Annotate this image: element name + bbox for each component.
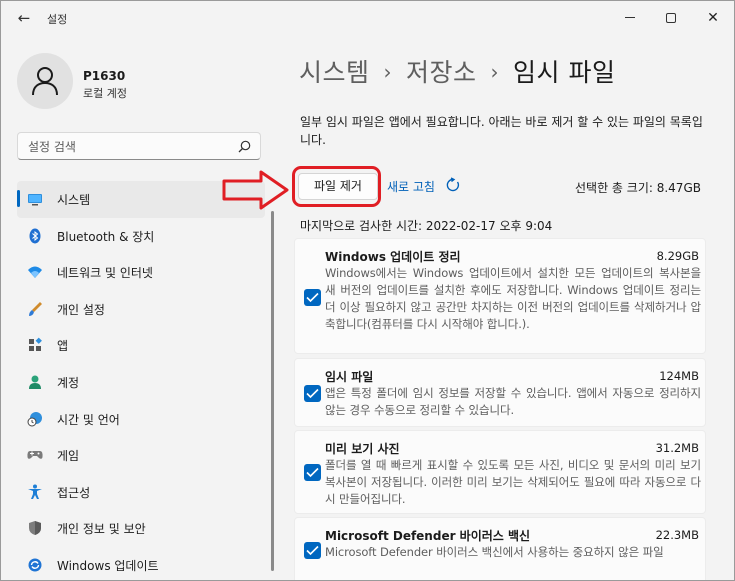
list-item: Windows 업데이트 정리 8.29GB Windows에서는 Window… [294, 238, 706, 354]
search-input[interactable] [28, 138, 228, 155]
back-button[interactable]: ← [13, 8, 35, 28]
chevron-right-icon: › [383, 60, 393, 84]
refresh-link[interactable]: 새로 고침 [387, 178, 435, 195]
item-size: 31.2MB [655, 441, 699, 455]
clock-globe-icon [27, 411, 42, 427]
sidebar-scrollbar[interactable] [271, 211, 274, 571]
minimize-button[interactable] [612, 6, 648, 30]
sidebar-item-label: 네트워크 및 인터넷 [57, 266, 153, 281]
sidebar-item-windows-update[interactable]: Windows 업데이트 [17, 547, 265, 580]
title-bar: ← 설정 ✕ [1, 1, 734, 35]
accessibility-icon [28, 484, 42, 499]
item-checkbox[interactable] [304, 385, 321, 402]
user-name: P1630 [83, 69, 126, 83]
monitor-icon [28, 194, 42, 206]
item-title: Microsoft Defender 바이러스 백신 [325, 529, 531, 543]
item-checkbox[interactable] [304, 542, 321, 559]
sidebar-item-label: 접근성 [57, 485, 91, 500]
item-checkbox[interactable] [304, 289, 321, 306]
sidebar-item-personalization[interactable]: 개인 설정 [17, 291, 265, 328]
checkmark-icon [306, 467, 319, 478]
list-item: Microsoft Defender 바이러스 백신 22.3MB Micros… [294, 517, 706, 580]
sidebar-item-accessibility[interactable]: 접근성 [17, 474, 265, 511]
account-icon [29, 375, 41, 389]
user-icon [32, 67, 58, 96]
sidebar-item-label: 계정 [57, 375, 80, 390]
item-size: 22.3MB [655, 528, 699, 542]
breadcrumb-system[interactable]: 시스템 [299, 58, 370, 87]
breadcrumb: 시스템 › 저장소 › 임시 파일 [299, 53, 615, 89]
sidebar-item-label: Windows 업데이트 [57, 558, 159, 573]
arrow-right-icon [222, 170, 289, 210]
list-item: 미리 보기 사진 31.2MB 폴더를 열 때 빠르게 표시할 수 있도록 모든… [294, 430, 706, 514]
checkmark-icon [306, 292, 319, 303]
item-size: 8.29GB [656, 249, 699, 263]
item-title: 임시 파일 [325, 370, 374, 384]
item-title: Windows 업데이트 정리 [325, 250, 461, 264]
sidebar-item-label: 시간 및 언어 [57, 412, 120, 427]
minimize-icon [625, 17, 635, 18]
item-description: Microsoft Defender 바이러스 백신에서 사용하는 중요하지 않… [325, 545, 664, 559]
sidebar-item-accounts[interactable]: 계정 [17, 364, 265, 401]
sidebar-item-label: 시스템 [57, 193, 91, 207]
last-scan-time: 마지막으로 검사한 시간: 2022-02-17 오후 9:04 [300, 219, 553, 233]
apps-icon [29, 337, 42, 352]
sidebar-item-label: Bluetooth & 장치 [57, 229, 155, 244]
checkmark-icon [306, 545, 319, 556]
sidebar-item-label: 개인 정보 및 보안 [57, 522, 146, 537]
sidebar-nav: 시스템 Bluetooth & 장치 네트워크 및 인터넷 개인 설정 앱 계정… [17, 181, 265, 580]
avatar[interactable] [17, 53, 73, 109]
item-description: 앱은 특정 폴더에 임시 정보를 저장할 수 있습니다. 앱에서 자동으로 정리… [325, 386, 701, 417]
account-type: 로컬 계정 [83, 87, 127, 100]
highlight-annotation [292, 166, 381, 207]
sidebar-item-time-language[interactable]: 시간 및 언어 [17, 401, 265, 438]
sidebar-item-gaming[interactable]: 게임 [17, 437, 265, 474]
refresh-icon[interactable] [445, 177, 461, 193]
sidebar-item-label: 개인 설정 [57, 302, 105, 317]
settings-window: ← 설정 ✕ P1630 로컬 계정 시스템 [0, 0, 735, 581]
sidebar-item-label: 게임 [57, 449, 80, 464]
chevron-right-icon: › [490, 60, 500, 84]
app-title: 설정 [47, 13, 68, 26]
item-description: 폴더를 열 때 빠르게 표시할 수 있도록 모든 사진, 비디오 및 문서의 미… [325, 458, 701, 506]
brush-icon [29, 301, 42, 316]
wifi-icon [28, 266, 42, 279]
windows-update-icon [28, 558, 42, 572]
maximize-icon [666, 12, 676, 23]
item-description: Windows에서는 Windows 업데이트에서 설치한 모든 업데이트의 복… [325, 266, 701, 331]
search-icon[interactable] [238, 140, 251, 153]
sidebar-item-network[interactable]: 네트워크 및 인터넷 [17, 254, 265, 291]
checkmark-icon [306, 388, 319, 399]
list-item: 임시 파일 124MB 앱은 특정 폴더에 임시 정보를 저장할 수 있습니다.… [294, 358, 706, 427]
sidebar-item-apps[interactable]: 앱 [17, 327, 265, 364]
page-title: 임시 파일 [513, 58, 616, 87]
gamepad-icon [27, 451, 43, 459]
maximize-button[interactable] [653, 6, 689, 30]
total-selected-size: 선택한 총 크기: 8.47GB [575, 181, 701, 195]
intro-text: 일부 임시 파일은 앱에서 필요합니다. 아래는 바로 제거 할 수 있는 파일… [300, 115, 703, 147]
item-checkbox[interactable] [304, 464, 321, 481]
breadcrumb-storage[interactable]: 저장소 [406, 58, 477, 87]
item-title: 미리 보기 사진 [325, 442, 400, 456]
bluetooth-icon [29, 228, 41, 244]
close-button[interactable]: ✕ [695, 6, 731, 30]
sidebar-item-privacy-security[interactable]: 개인 정보 및 보안 [17, 510, 265, 547]
sidebar-item-label: 앱 [57, 339, 69, 354]
shield-icon [29, 521, 41, 536]
item-size: 124MB [659, 369, 699, 383]
search-box[interactable] [17, 132, 261, 160]
sidebar-item-bluetooth[interactable]: Bluetooth & 장치 [17, 218, 265, 255]
